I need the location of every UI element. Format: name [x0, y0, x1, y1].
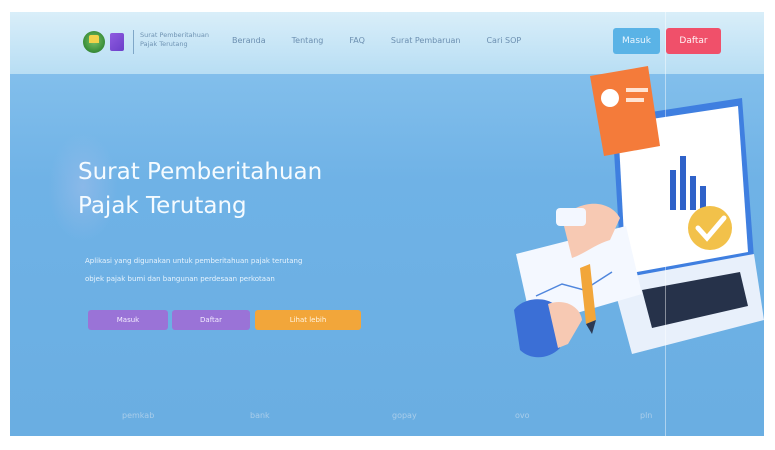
login-button[interactable]: Masuk [613, 28, 660, 54]
partner-strip: pemkab bank gopay ovo pln [10, 402, 764, 436]
nav-link-cari-sop[interactable]: Cari SOP [486, 36, 521, 45]
scan-artifact-line [665, 12, 666, 436]
screen-chart-bar [690, 176, 696, 210]
screen-chart-bar [700, 186, 706, 210]
screen-chart-bar [670, 170, 676, 210]
nav-link-faq[interactable]: FAQ [349, 36, 365, 45]
brand-line-1: Surat Pemberitahuan [140, 31, 210, 39]
flame-card-line [626, 88, 648, 92]
partner-logo: pemkab [122, 411, 155, 420]
nav-links: Beranda Tentang FAQ Surat Pembaruan Cari… [232, 36, 547, 45]
hero-desc-line-1: Aplikasi yang digunakan untuk pemberitah… [85, 257, 303, 265]
nav-link-tentang[interactable]: Tentang [292, 36, 324, 45]
sleeve [556, 208, 586, 226]
partner-logo: ovo [515, 411, 530, 420]
brand-line-2: Pajak Terutang [140, 40, 188, 48]
laptop-chart-illustration [514, 66, 764, 358]
hero-desc-line-2: objek pajak bumi dan bangunan perdesaan … [85, 275, 275, 283]
hero-login-button[interactable]: Masuk [88, 310, 168, 330]
hero-title-line-1: Surat Pemberitahuan [78, 159, 323, 185]
regency-emblem-icon[interactable] [83, 31, 105, 53]
brand-name[interactable]: Surat Pemberitahuan Pajak Terutang [140, 31, 220, 49]
hero-register-button[interactable]: Daftar [172, 310, 250, 330]
hero-learn-more-button[interactable]: Lihat lebih [255, 310, 361, 330]
register-button[interactable]: Daftar [666, 28, 721, 54]
app-logo-icon[interactable] [110, 33, 124, 51]
flame-card-icon [590, 66, 660, 156]
check-badge-icon [688, 206, 732, 250]
logo-divider [133, 30, 134, 54]
partner-logo: pln [640, 411, 653, 420]
screen-chart-bar [680, 156, 686, 210]
page-frame: Surat Pemberitahuan Pajak Terutang Beran… [10, 12, 764, 436]
nav-link-surat-pembaruan[interactable]: Surat Pembaruan [391, 36, 461, 45]
hero-description: Aplikasi yang digunakan untuk pemberitah… [85, 252, 415, 288]
hero-title: Surat Pemberitahuan Pajak Terutang [78, 155, 408, 223]
partner-logo: gopay [392, 411, 417, 420]
partner-logo: bank [250, 411, 270, 420]
hero-title-line-2: Pajak Terutang [78, 193, 247, 219]
nav-link-beranda[interactable]: Beranda [232, 36, 266, 45]
flame-card-line [626, 98, 644, 102]
flame-card-avatar [601, 89, 619, 107]
